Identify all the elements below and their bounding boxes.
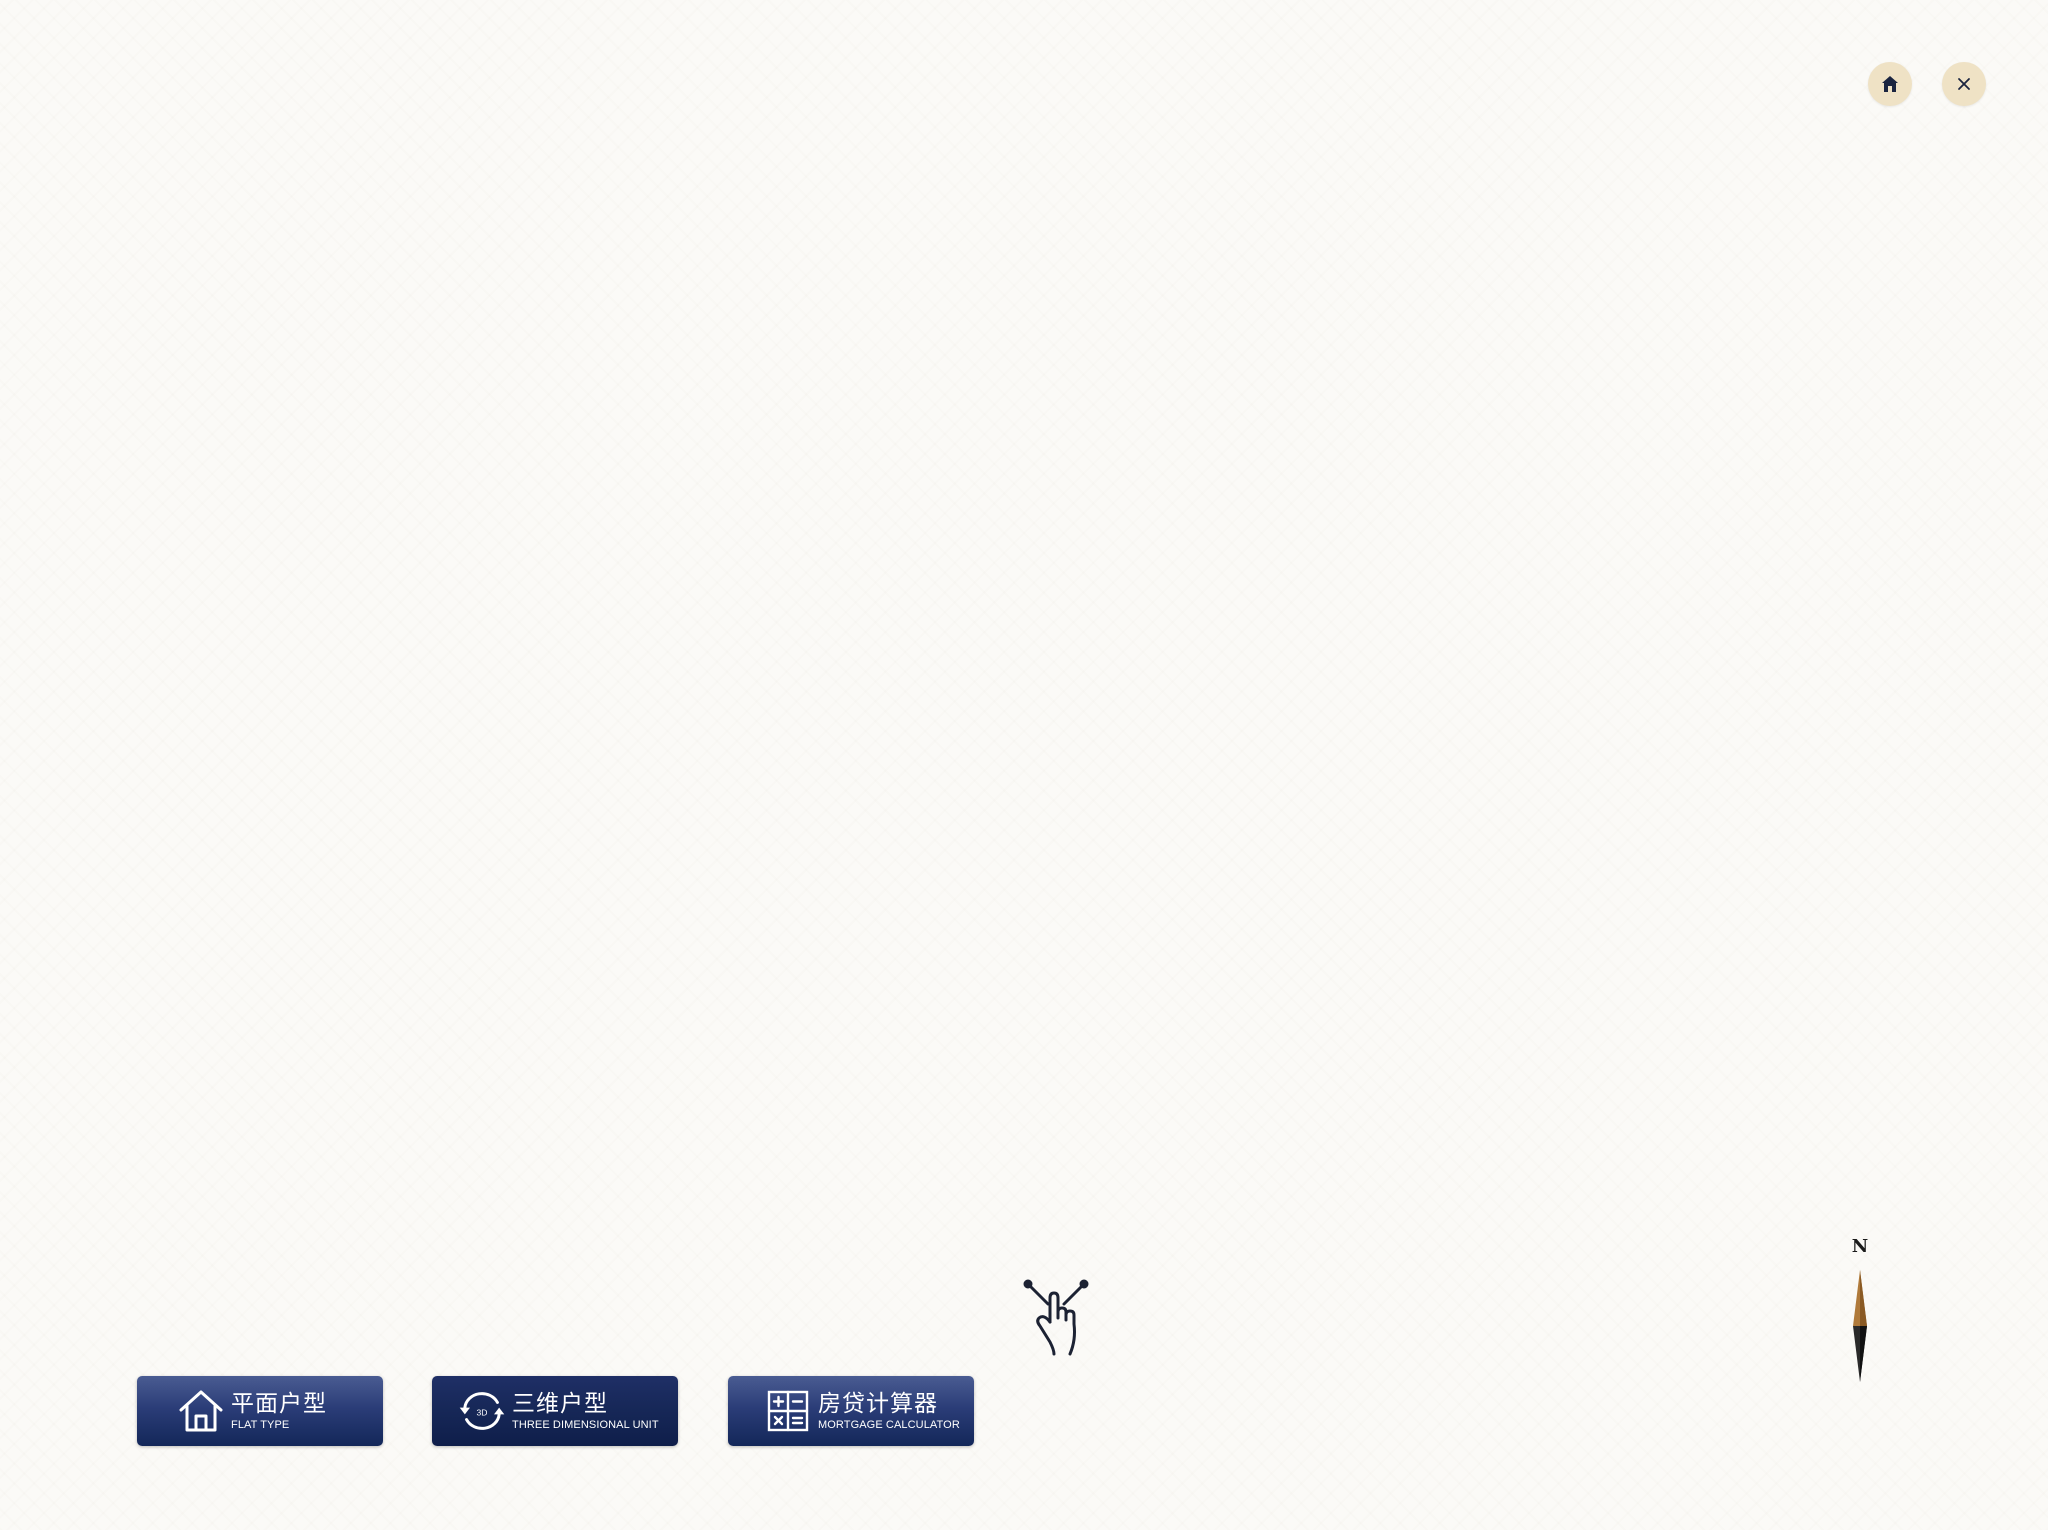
three-d-label-en: THREE DIMENSIONAL UNIT (512, 1418, 659, 1431)
flat-type-button[interactable]: 平面户型 FLAT TYPE (137, 1376, 383, 1446)
flat-type-label-cn: 平面户型 (231, 1390, 327, 1417)
mortgage-label-cn: 房贷计算器 (818, 1390, 938, 1417)
three-dimensional-unit-button[interactable]: 3D 三维户型 THREE DIMENSIONAL UNIT (432, 1376, 678, 1446)
house-outline-icon (177, 1387, 225, 1435)
3d-rotate-icon: 3D (458, 1387, 506, 1435)
compass-needle-icon (1853, 1270, 1867, 1382)
mortgage-calculator-button[interactable]: 房贷计算器 MORTGAGE CALCULATOR (728, 1376, 974, 1446)
close-icon (1956, 76, 1972, 92)
3d-icon-text: 3D (477, 1407, 488, 1417)
pinch-zoom-gesture-icon (1020, 1278, 1092, 1358)
home-button[interactable] (1868, 62, 1912, 106)
calculator-icon (764, 1387, 812, 1435)
flat-type-label-en: FLAT TYPE (231, 1418, 290, 1431)
close-button[interactable] (1942, 62, 1986, 106)
north-compass: N (1840, 1236, 1880, 1384)
three-d-label-cn: 三维户型 (512, 1390, 608, 1417)
mortgage-label-en: MORTGAGE CALCULATOR (818, 1418, 960, 1431)
home-icon (1880, 74, 1900, 94)
compass-north-label: N (1851, 1236, 1869, 1257)
